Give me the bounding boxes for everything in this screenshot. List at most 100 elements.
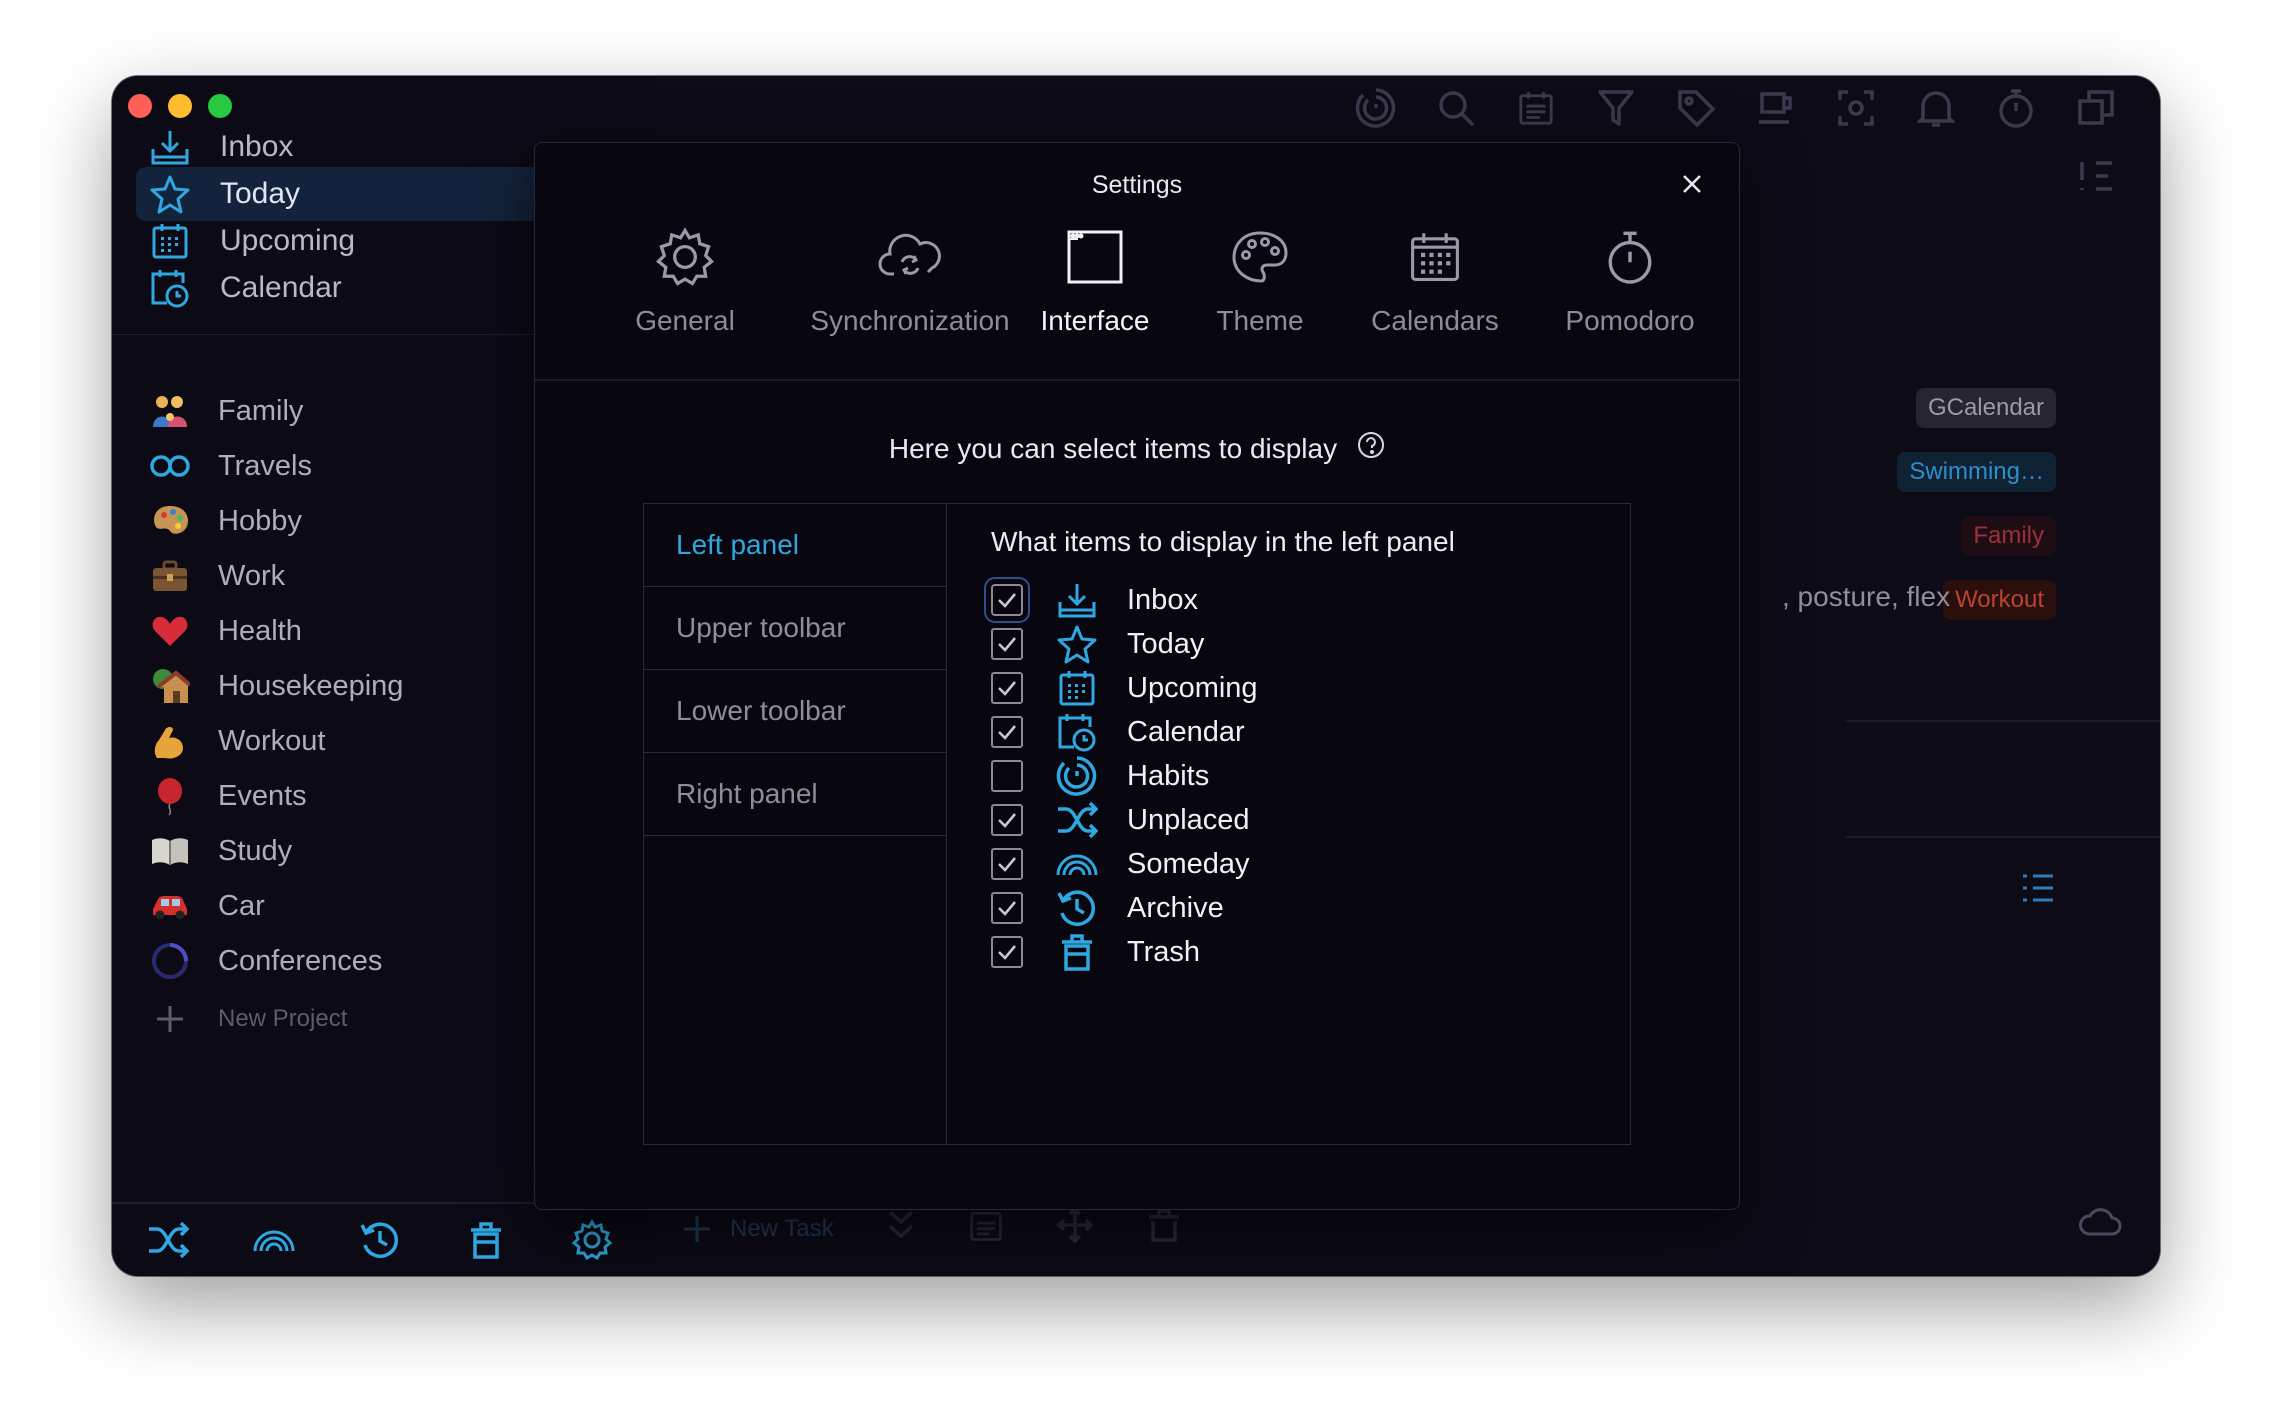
archive-box-icon[interactable] [1146, 1207, 1182, 1250]
calendar-clock-icon [1055, 710, 1099, 754]
shuffle-icon [1055, 798, 1099, 842]
tab-pomodoro[interactable]: Pomodoro [1520, 225, 1740, 355]
project-events[interactable]: Events [148, 771, 307, 821]
chevrons-down-icon[interactable] [886, 1208, 916, 1249]
stopwatch-icon[interactable] [1994, 86, 2038, 130]
sort-icon[interactable] [2074, 154, 2118, 198]
gear-icon [653, 225, 717, 289]
project-label: Study [218, 834, 293, 867]
move-icon[interactable] [1056, 1206, 1094, 1251]
checkbox-habits[interactable] [991, 760, 1023, 792]
main-divider [1845, 720, 2160, 722]
project-family[interactable]: Family [148, 386, 303, 436]
tab-theme[interactable]: Theme [1180, 225, 1340, 355]
items-heading: What items to display in the left panel [991, 526, 1455, 557]
tag-icon[interactable] [1674, 86, 1718, 130]
project-housekeeping[interactable]: Housekeeping [148, 661, 403, 711]
sidebar-item-label: Calendar [220, 271, 342, 304]
filter-icon[interactable] [1594, 86, 1638, 130]
project-travels[interactable]: Travels [148, 441, 312, 491]
windows-icon[interactable] [2074, 86, 2118, 130]
item-label: Trash [1127, 935, 1201, 968]
close-icon[interactable] [1675, 167, 1709, 201]
project-label: Family [218, 394, 304, 427]
section-left-panel[interactable]: Left panel [644, 504, 946, 587]
project-label: Conferences [218, 944, 383, 977]
plus-icon [148, 997, 192, 1041]
checkbox-archive[interactable] [991, 892, 1023, 924]
calendar-grid-icon[interactable] [1514, 86, 1558, 130]
shuffle-icon[interactable] [146, 1218, 190, 1262]
project-workout[interactable]: Workout [148, 716, 325, 766]
project-label: Workout [218, 724, 326, 757]
calendar-clock-icon [148, 266, 192, 310]
section-lower-toolbar[interactable]: Lower toolbar [644, 670, 946, 753]
item-label: Upcoming [1127, 671, 1258, 704]
project-hobby[interactable]: Hobby [148, 496, 302, 546]
checkbox-inbox[interactable] [984, 577, 1030, 623]
focus-icon[interactable] [1834, 86, 1878, 130]
tab-label: Calendars [1371, 305, 1499, 336]
new-task-label: New Task [730, 1214, 834, 1242]
project-label: Hobby [218, 504, 302, 537]
checkbox-today[interactable] [991, 628, 1023, 660]
project-study[interactable]: Study [148, 826, 292, 876]
dialog-title: Settings [1091, 171, 1183, 199]
project-conferences[interactable]: Conferences [148, 936, 382, 986]
project-health[interactable]: Health [148, 606, 302, 656]
section-label: Right panel [676, 778, 818, 809]
zoom-window-button[interactable] [208, 94, 232, 118]
tab-calendars[interactable]: Calendars [1330, 225, 1540, 355]
star-icon [148, 172, 192, 216]
ring-icon [148, 939, 192, 983]
checkbox-trash[interactable] [991, 936, 1023, 968]
checkbox-upcoming[interactable] [991, 672, 1023, 704]
lower-toolbar: New Task [682, 1206, 1182, 1251]
display-options-panel: Left panel Upper toolbar Lower toolbar R… [643, 503, 1631, 1145]
new-project-button[interactable]: New Project [148, 994, 347, 1044]
family-emoji-icon [148, 389, 192, 433]
item-label: Someday [1127, 847, 1250, 880]
flexed-arm-emoji-icon [148, 719, 192, 763]
close-window-button[interactable] [128, 94, 152, 118]
project-work[interactable]: Work [148, 551, 285, 601]
item-label: Calendar [1127, 715, 1245, 748]
intro-text: Here you can select items to display [888, 432, 1338, 464]
project-label: Car [218, 889, 265, 922]
minimize-window-button[interactable] [168, 94, 192, 118]
tab-general[interactable]: General [595, 225, 775, 355]
section-upper-toolbar[interactable]: Upper toolbar [644, 587, 946, 670]
house-emoji-icon [148, 664, 192, 708]
history-icon[interactable] [358, 1218, 402, 1262]
calendar-grid-icon[interactable] [968, 1207, 1004, 1250]
cloud-sync-icon [878, 225, 942, 289]
checkbox-unplaced[interactable] [991, 804, 1023, 836]
search-icon[interactable] [1434, 86, 1478, 130]
history-icon [1055, 886, 1099, 930]
cup-icon[interactable] [1754, 86, 1798, 130]
tab-label: Interface [1040, 305, 1150, 336]
items-list: What items to display in the left panel … [947, 504, 1630, 1144]
new-task-button[interactable]: New Task [682, 1214, 834, 1244]
section-right-panel[interactable]: Right panel [644, 753, 946, 836]
project-car[interactable]: Car [148, 881, 265, 931]
task-snippet: , posture, flex [1782, 581, 1951, 612]
help-icon[interactable] [1357, 431, 1385, 466]
list-icon[interactable] [2016, 866, 2060, 910]
trash-icon[interactable] [464, 1218, 508, 1262]
rainbow-icon[interactable] [252, 1218, 296, 1262]
sidebar-item-label: Inbox [220, 130, 294, 163]
habits-icon[interactable] [1354, 86, 1398, 130]
project-label: Health [218, 614, 302, 647]
checkbox-calendar[interactable] [991, 716, 1023, 748]
tabs-divider [535, 379, 1739, 381]
inbox-icon [148, 125, 192, 169]
tab-interface[interactable]: Interface [995, 225, 1195, 355]
checkbox-someday[interactable] [991, 848, 1023, 880]
item-row-trash: Trash [991, 926, 1200, 978]
settings-gear-icon[interactable] [570, 1218, 614, 1262]
cloud-icon[interactable] [2076, 1200, 2124, 1244]
bell-icon[interactable] [1914, 86, 1958, 130]
rainbow-icon [1055, 842, 1099, 886]
tag-family: Family [1961, 516, 2056, 556]
